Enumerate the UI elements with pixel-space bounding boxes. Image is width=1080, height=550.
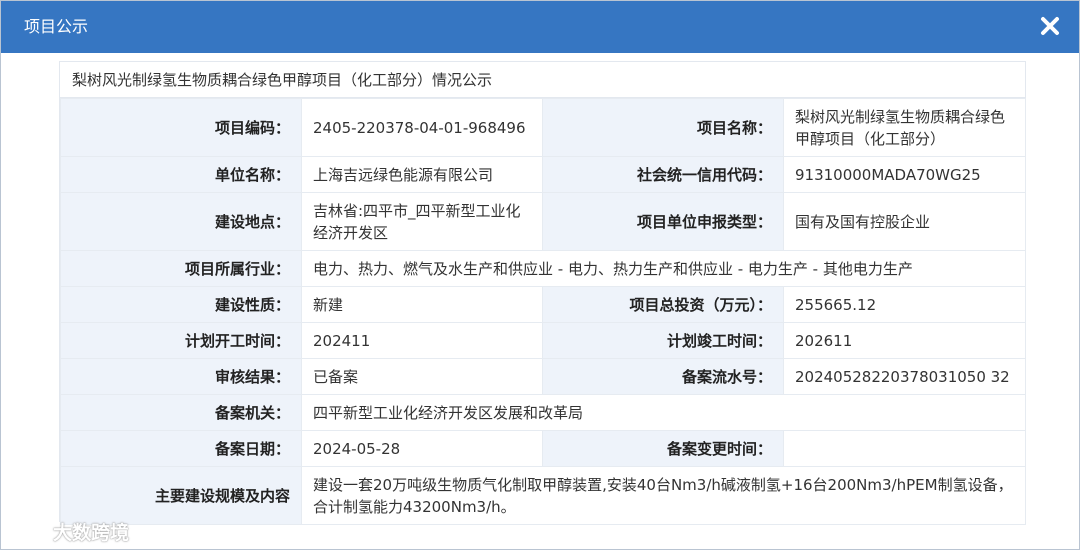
table-row: 计划开工时间： 202411 计划竣工时间： 202611 (60, 322, 1026, 359)
completion-time-label: 计划竣工时间： (542, 322, 784, 359)
filing-serial-value: 20240528220378031050 32 (783, 358, 1026, 395)
total-investment-value: 255665.12 (783, 286, 1026, 323)
table-row: 建设地点： 吉林省:四平市_四平新型工业化经济开发区 项目单位申报类型： 国有及… (60, 192, 1026, 251)
table-row: 审核结果： 已备案 备案流水号： 20240528220378031050 32 (60, 358, 1026, 395)
project-code-label: 项目编码： (60, 98, 302, 157)
watermark-logo-icon (11, 523, 44, 538)
dialog-title: 项目公示 (24, 17, 89, 36)
filing-change-time-value (783, 430, 1026, 467)
watermark: 大数跨境 (9, 517, 129, 545)
project-name-value: 梨树风光制绿氢生物质耦合绿色甲醇项目（化工部分） (783, 98, 1026, 157)
filing-serial-label: 备案流水号： (542, 358, 784, 395)
industry-value: 电力、热力、燃气及水生产和供应业 - 电力、热力生产和供应业 - 电力生产 - … (301, 250, 1026, 287)
total-investment-label: 项目总投资（万元）： (542, 286, 784, 323)
company-name-value: 上海吉远绿色能源有限公司 (301, 156, 543, 193)
filing-authority-value: 四平新型工业化经济开发区发展和改革局 (301, 394, 1026, 431)
table-row: 主要建设规模及内容 建设一套20万吨级生物质气化制取甲醇装置,安装40台Nm3/… (60, 466, 1026, 525)
panel-caption: 梨树风光制绿氢生物质耦合绿色甲醇项目（化工部分）情况公示 (60, 62, 1025, 98)
completion-time-value: 202611 (783, 322, 1026, 359)
start-time-label: 计划开工时间： (60, 322, 302, 359)
project-name-label: 项目名称： (542, 98, 784, 157)
declaration-type-value: 国有及国有控股企业 (783, 192, 1026, 251)
table-row: 备案日期： 2024-05-28 备案变更时间： (60, 430, 1026, 467)
review-result-label: 审核结果： (60, 358, 302, 395)
credit-code-label: 社会统一信用代码： (542, 156, 784, 193)
close-icon[interactable] (1037, 13, 1063, 39)
filing-date-label: 备案日期： (60, 430, 302, 467)
start-time-value: 202411 (301, 322, 543, 359)
info-panel: 梨树风光制绿氢生物质耦合绿色甲醇项目（化工部分）情况公示 项目编码： 2405-… (59, 61, 1026, 525)
table-row: 单位名称： 上海吉远绿色能源有限公司 社会统一信用代码： 91310000MAD… (60, 156, 1026, 193)
filing-authority-label: 备案机关： (60, 394, 302, 431)
declaration-type-label: 项目单位申报类型： (542, 192, 784, 251)
table-row: 备案机关： 四平新型工业化经济开发区发展和改革局 (60, 394, 1026, 431)
location-label: 建设地点： (60, 192, 302, 251)
filing-change-time-label: 备案变更时间： (542, 430, 784, 467)
table-row: 项目编码： 2405-220378-04-01-968496 项目名称： 梨树风… (60, 98, 1026, 157)
project-info-table: 项目编码： 2405-220378-04-01-968496 项目名称： 梨树风… (60, 98, 1026, 525)
review-result-value: 已备案 (301, 358, 543, 395)
construction-nature-value: 新建 (301, 286, 543, 323)
table-row: 建设性质： 新建 项目总投资（万元）： 255665.12 (60, 286, 1026, 323)
project-code-value: 2405-220378-04-01-968496 (301, 98, 543, 157)
watermark-text: 大数跨境 (53, 521, 130, 544)
filing-date-value: 2024-05-28 (301, 430, 543, 467)
construction-nature-label: 建设性质： (60, 286, 302, 323)
main-content-label: 主要建设规模及内容 (60, 466, 302, 525)
table-row: 项目所属行业： 电力、热力、燃气及水生产和供应业 - 电力、热力生产和供应业 -… (60, 250, 1026, 287)
main-content-value: 建设一套20万吨级生物质气化制取甲醇装置,安装40台Nm3/h碱液制氢+16台2… (301, 466, 1026, 525)
location-value: 吉林省:四平市_四平新型工业化经济开发区 (301, 192, 543, 251)
dialog-titlebar: 项目公示 (1, 1, 1079, 53)
credit-code-value: 91310000MADA70WG25 (783, 156, 1026, 193)
project-publicity-dialog: 项目公示 梨树风光制绿氢生物质耦合绿色甲醇项目（化工部分）情况公示 项目编码： … (0, 0, 1080, 550)
company-name-label: 单位名称： (60, 156, 302, 193)
industry-label: 项目所属行业： (60, 250, 302, 287)
